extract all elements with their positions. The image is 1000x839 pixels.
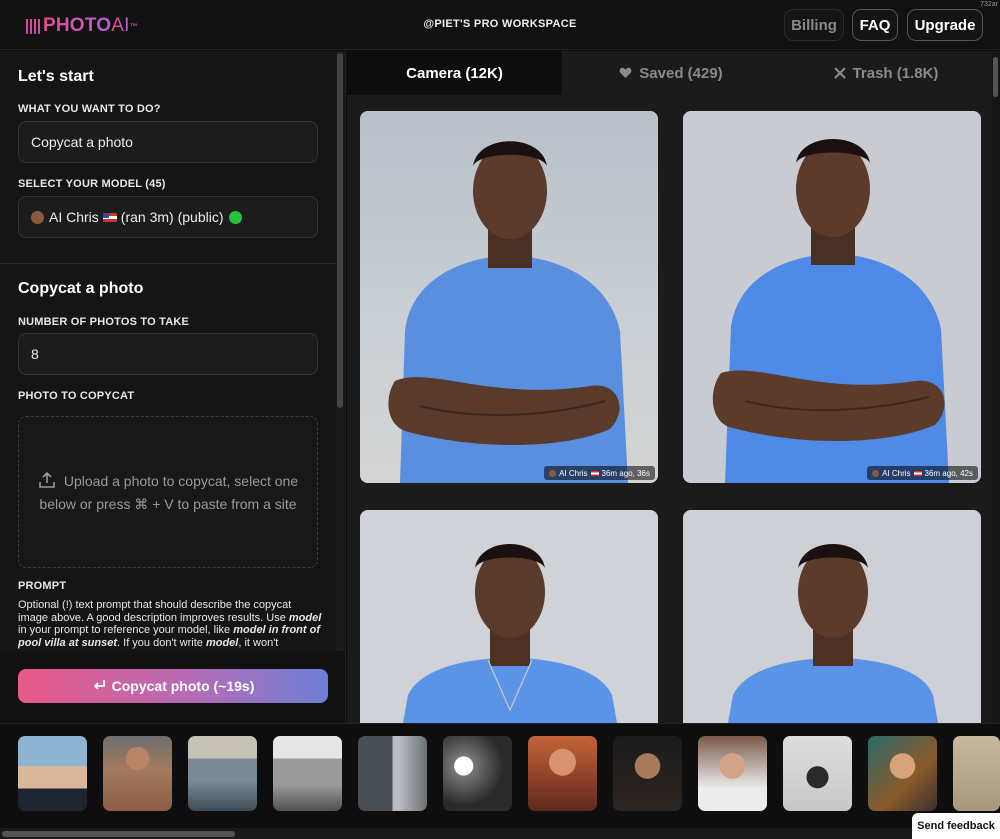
what-select[interactable]: Copycat a photo [18, 121, 318, 163]
reference-thumbnail[interactable] [868, 736, 937, 811]
model-select[interactable]: AI Chris (ran 3m) (public) [18, 196, 318, 238]
billing-button[interactable]: Billing [784, 9, 844, 41]
workspace-title: @PIET'S PRO WORKSPACE [423, 18, 577, 30]
tab-saved-label: Saved (429) [639, 64, 723, 82]
upgrade-button[interactable]: Upgrade [907, 9, 983, 41]
us-flag-icon [102, 212, 117, 222]
reference-thumbnail[interactable] [528, 736, 597, 811]
reference-thumbnail[interactable] [783, 736, 852, 811]
sidebar-scrollbar[interactable] [336, 51, 344, 651]
gallery-scrollbar[interactable] [992, 51, 1000, 723]
copycat-button[interactable]: Copycat photo (~19s) [18, 669, 328, 703]
photo-image [683, 111, 981, 483]
photo-card[interactable] [360, 510, 658, 723]
caption-model: AI Chris [882, 468, 911, 478]
cta-area: Copycat photo (~19s) [0, 651, 345, 723]
upload-icon [38, 471, 56, 494]
copycat-button-label: Copycat photo (~19s) [111, 678, 255, 694]
caption-model: AI Chris [559, 468, 588, 478]
photo-image [360, 111, 658, 483]
tab-camera[interactable]: Camera (12K) [347, 51, 562, 95]
upload-dropzone[interactable]: Upload a photo to copycat, select one be… [18, 416, 318, 568]
reference-thumbnail[interactable] [18, 736, 87, 811]
reference-thumbnail[interactable] [443, 736, 512, 811]
photo-card[interactable]: AI Chris 36m ago, 42s [683, 111, 981, 483]
num-photos-value: 8 [31, 346, 39, 362]
caption-flag-icon [590, 470, 599, 476]
heart-icon [619, 67, 632, 79]
tab-trash[interactable]: Trash (1.8K) [780, 51, 992, 95]
strip-scrollbar[interactable] [0, 828, 1000, 839]
send-feedback-button[interactable]: Send feedback [912, 813, 1000, 839]
tab-trash-label: Trash (1.8K) [852, 64, 939, 82]
caption-avatar-icon [549, 469, 557, 477]
enter-icon [92, 678, 106, 694]
photo-card[interactable] [683, 510, 981, 723]
photo-card[interactable]: AI Chris 36m ago, 36s [360, 111, 658, 483]
reference-thumbnail[interactable] [103, 736, 172, 811]
reference-thumbnail[interactable] [613, 736, 682, 811]
sidebar: Let's start WHAT YOU WANT TO DO? Copycat… [0, 51, 346, 723]
photo-image [360, 510, 658, 723]
tab-saved[interactable]: Saved (429) [562, 51, 780, 95]
faq-button[interactable]: FAQ [852, 9, 898, 41]
sidebar-scroll-thumb[interactable] [337, 53, 343, 408]
top-bar: PHOTO AI ™ @PIET'S PRO WORKSPACE Billing… [0, 0, 1000, 50]
photo-copycat-label: PHOTO TO COPYCAT [18, 390, 135, 402]
prompt-text-3: . If you don't write [117, 636, 206, 649]
model-name: AI Chris [49, 209, 99, 225]
caption-flag-icon [913, 470, 922, 476]
reference-photo-strip: Send feedback [0, 723, 1000, 839]
prompt-help-text: Optional (!) text prompt that should des… [18, 599, 323, 649]
corner-tag: 732ar [980, 1, 998, 8]
status-online-icon [228, 210, 242, 224]
reference-thumbnail[interactable] [698, 736, 767, 811]
num-photos-input[interactable]: 8 [18, 333, 318, 375]
reference-thumbnail[interactable] [953, 736, 1000, 811]
prompt-text-4: , it won't [238, 636, 279, 649]
tab-bar: Camera (12K) Saved (429) Trash (1.8K) [347, 51, 1000, 95]
what-select-value: Copycat a photo [31, 134, 133, 150]
reference-thumbnail[interactable] [273, 736, 342, 811]
caption-avatar-icon [872, 469, 880, 477]
num-photos-label: NUMBER OF PHOTOS TO TAKE [18, 316, 190, 328]
strip-scroll-thumb[interactable] [2, 831, 235, 837]
photo-caption: AI Chris 36m ago, 42s [867, 466, 978, 480]
section-title-start: Let's start [18, 68, 94, 85]
prompt-label: PROMPT [18, 580, 67, 592]
photo-image [683, 510, 981, 723]
section-divider [0, 263, 336, 264]
gallery-panel: Camera (12K) Saved (429) Trash (1.8K) AI… [347, 51, 1000, 723]
reference-thumbnail[interactable] [358, 736, 427, 811]
reference-thumbnail[interactable] [188, 736, 257, 811]
model-label: SELECT YOUR MODEL (45) [18, 178, 166, 190]
model-avatar-icon [31, 210, 44, 224]
prompt-text-1: Optional (!) text prompt that should des… [18, 599, 292, 624]
caption-meta: 36m ago, 36s [601, 468, 650, 478]
photo-caption: AI Chris 36m ago, 36s [544, 466, 655, 480]
dropzone-text: Upload a photo to copycat, select one be… [39, 472, 299, 512]
gallery-scroll-thumb[interactable] [993, 57, 998, 97]
tab-camera-label: Camera (12K) [406, 64, 503, 82]
what-label: WHAT YOU WANT TO DO? [18, 103, 161, 115]
prompt-bold-3: model [205, 636, 239, 649]
model-meta: (ran 3m) (public) [120, 209, 224, 225]
caption-meta: 36m ago, 42s [924, 468, 973, 478]
x-icon [833, 67, 846, 79]
section-title-copycat: Copycat a photo [18, 280, 144, 297]
prompt-bold-1: model [288, 611, 322, 624]
prompt-text-2: in your prompt to reference your model, … [18, 624, 234, 636]
